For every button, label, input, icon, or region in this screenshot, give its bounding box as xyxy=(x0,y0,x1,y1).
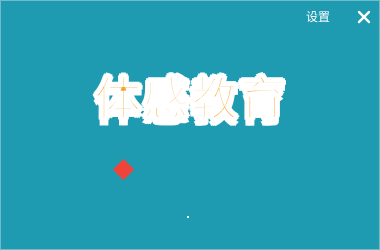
app-title: 体感教育 xyxy=(94,71,287,127)
close-button[interactable] xyxy=(355,8,373,26)
app-window: 设置 体感教育 xyxy=(0,0,380,250)
close-icon xyxy=(357,10,371,24)
center-dot xyxy=(187,216,189,218)
settings-button[interactable]: 设置 xyxy=(306,9,330,25)
motion-cursor-marker xyxy=(112,158,135,181)
